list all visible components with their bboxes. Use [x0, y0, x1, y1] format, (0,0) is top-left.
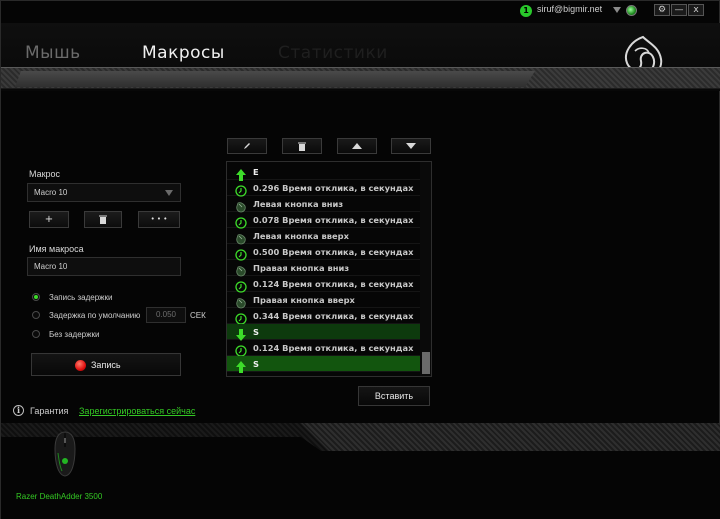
list-item-label: S [253, 327, 259, 337]
list-item-label: Правая кнопка вниз [253, 263, 350, 273]
list-item-label: Левая кнопка вниз [253, 199, 344, 209]
mouse-icon [235, 262, 247, 277]
list-item[interactable]: Правая кнопка вниз [227, 260, 420, 277]
list-item-label: 0.124 Время отклика, в секундах [253, 279, 414, 289]
list-item[interactable]: Левая кнопка вверх [227, 228, 420, 245]
close-button[interactable]: x [688, 4, 704, 16]
account-email[interactable]: siruf@bigmir.net [537, 4, 602, 14]
list-item[interactable]: 0.344 Время отклика, в секундах [227, 308, 420, 325]
edit-button[interactable] [227, 138, 267, 154]
list-item[interactable]: 0.124 Время отклика, в секундах [227, 276, 420, 293]
info-icon: i [13, 405, 24, 416]
list-item[interactable]: E [227, 164, 420, 181]
list-item[interactable]: S [227, 324, 420, 341]
macro-label: Макрос [29, 169, 61, 179]
tab-mouse[interactable]: Мышь [25, 43, 81, 63]
mouse-icon [235, 294, 247, 309]
chevron-down-icon [165, 190, 173, 196]
list-item[interactable]: Левая кнопка вниз [227, 196, 420, 213]
settings-button[interactable]: ⚙ [654, 4, 670, 16]
chevron-down-icon[interactable] [613, 7, 621, 13]
macro-select-value: Macro 10 [34, 188, 68, 197]
record-icon [75, 360, 86, 371]
clock-icon [235, 182, 247, 197]
list-item[interactable]: 0.124 Время отклика, в секундах [227, 340, 420, 357]
move-up-button[interactable] [337, 138, 377, 154]
list-item[interactable]: 0.296 Время отклика, в секундах [227, 180, 420, 197]
list-item-label: E [253, 167, 259, 177]
clock-icon [235, 246, 247, 261]
delete-macro-button[interactable] [84, 211, 122, 228]
default-delay-input[interactable]: 0.050 [146, 307, 186, 323]
clock-icon [235, 342, 247, 357]
macro-select[interactable]: Macro 10 [27, 183, 181, 202]
more-options-button[interactable]: • • • [138, 211, 180, 228]
nav-band-highlight [15, 71, 535, 87]
list-item-label: 0.296 Время отклика, в секундах [253, 183, 414, 193]
device-bar-stripe [301, 423, 720, 453]
app-window: 1 siruf@bigmir.net ⚙ — x Мышь Макросы Ст… [0, 0, 720, 519]
clock-icon [235, 310, 247, 325]
arrow-up-icon [235, 166, 247, 181]
macro-name-input[interactable]: Macro 10 [27, 257, 181, 276]
notification-badge[interactable]: 1 [520, 5, 532, 17]
mouse-icon [235, 198, 247, 213]
mouse-icon [235, 230, 247, 245]
insert-button[interactable]: Вставить [358, 386, 430, 406]
list-item-label: Левая кнопка вверх [253, 231, 349, 241]
list-item-label: 0.500 Время отклика, в секундах [253, 247, 414, 257]
list-item-label: Правая кнопка вверх [253, 295, 355, 305]
list-item-label: 0.344 Время отклика, в секундах [253, 311, 414, 321]
list-item-label: 0.078 Время отклика, в секундах [253, 215, 414, 225]
delay-unit-label: СЕК [190, 311, 206, 320]
record-label: Запись [91, 360, 121, 370]
macro-name-label: Имя макроса [29, 244, 84, 254]
radio-record-delay-label: Запись задержки [49, 293, 113, 302]
arrow-up-icon [352, 143, 362, 149]
radio-default-delay-label: Задержка по умолчанию [49, 311, 141, 320]
tab-macros[interactable]: Макросы [142, 43, 225, 63]
list-item[interactable]: 0.078 Время отклика, в секундах [227, 212, 420, 229]
trash-icon [99, 215, 107, 224]
list-item-label: 0.124 Время отклика, в секундах [253, 343, 414, 353]
mouse-device-icon[interactable] [53, 431, 77, 477]
clock-icon [235, 278, 247, 293]
pencil-icon [244, 143, 250, 149]
macro-steps-list[interactable]: E 0.296 Время отклика, в секундах Левая кн… [226, 161, 432, 377]
tab-statistics[interactable]: Статистики [278, 43, 388, 63]
list-scroll-thumb[interactable] [422, 352, 430, 374]
clock-icon [235, 214, 247, 229]
radio-default-delay[interactable] [32, 311, 40, 319]
arrow-down-icon [406, 143, 416, 149]
minimize-button[interactable]: — [671, 4, 687, 16]
record-button[interactable]: Запись [31, 353, 181, 376]
list-item[interactable]: 0.500 Время отклика, в секундах [227, 244, 420, 261]
warranty-label: Гарантия [30, 406, 69, 416]
register-link[interactable]: Зарегистрироваться сейчас [79, 406, 195, 416]
radio-record-delay[interactable] [32, 293, 40, 301]
move-down-button[interactable] [391, 138, 431, 154]
arrow-up-icon [235, 358, 247, 373]
radio-no-delay-label: Без задержки [49, 330, 100, 339]
radio-no-delay[interactable] [32, 330, 40, 338]
delete-step-button[interactable] [282, 138, 322, 154]
arrow-down-icon [235, 326, 247, 341]
list-scrollbar[interactable] [420, 162, 431, 376]
online-status-icon[interactable] [626, 5, 637, 16]
macro-name-value: Macro 10 [34, 262, 68, 271]
device-name[interactable]: Razer DeathAdder 3500 [16, 492, 102, 501]
title-bar: 1 siruf@bigmir.net ⚙ — x [1, 1, 720, 23]
trash-icon [298, 142, 306, 151]
list-item[interactable]: S [227, 356, 420, 373]
list-item-label: S [253, 359, 259, 369]
list-item[interactable]: Правая кнопка вверх [227, 292, 420, 309]
add-macro-button[interactable]: + [29, 211, 69, 228]
